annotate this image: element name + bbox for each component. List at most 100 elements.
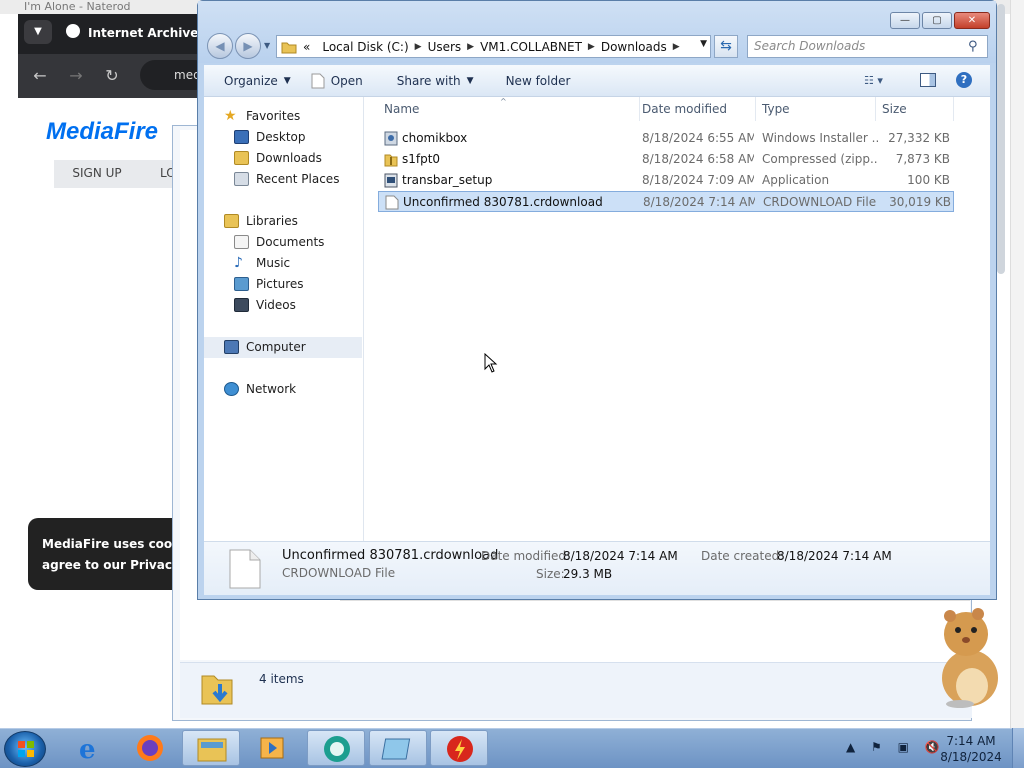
organize-button[interactable]: Organize ▼ bbox=[204, 65, 301, 97]
taskbar-ie[interactable]: e bbox=[60, 730, 118, 766]
breadcrumb-separator-icon[interactable]: ▶ bbox=[673, 42, 680, 52]
taskbar-clock[interactable]: 7:14 AM 8/18/2024 bbox=[940, 733, 1002, 765]
breadcrumb-prefix[interactable]: « bbox=[297, 40, 316, 54]
taskbar-app-green[interactable] bbox=[307, 730, 365, 766]
nav-downloads[interactable]: Downloads bbox=[204, 148, 362, 169]
nav-favorites[interactable]: ★ Favorites bbox=[204, 106, 362, 127]
documents-icon bbox=[234, 235, 249, 249]
nav-computer[interactable]: Computer bbox=[204, 337, 362, 358]
nav-desktop[interactable]: Desktop bbox=[204, 127, 362, 148]
clock-time: 7:14 AM bbox=[946, 734, 996, 748]
file-date: 8/18/2024 7:14 AM bbox=[643, 195, 755, 209]
breadcrumb-separator-icon[interactable]: ▶ bbox=[467, 42, 474, 52]
details-date-modified-label: Date modified: bbox=[481, 549, 571, 563]
browser-right-edge bbox=[1010, 0, 1024, 728]
explorer-folder-icon bbox=[197, 738, 227, 762]
details-filename: Unconfirmed 830781.crdownload bbox=[282, 548, 499, 563]
open-button[interactable]: Open bbox=[301, 65, 373, 97]
refresh-button[interactable]: ⇆ bbox=[714, 35, 738, 58]
breadcrumb-local-disk[interactable]: Local Disk (C:) bbox=[316, 40, 414, 54]
videos-icon bbox=[234, 298, 249, 312]
share-with-button[interactable]: Share with ▼ bbox=[373, 65, 484, 97]
organize-label: Organize bbox=[224, 73, 278, 88]
help-icon[interactable]: ? bbox=[956, 72, 972, 88]
nav-downloads-label: Downloads bbox=[256, 151, 322, 165]
nav-documents[interactable]: Documents bbox=[204, 232, 362, 253]
zip-folder-icon bbox=[384, 154, 398, 167]
taskbar-flash[interactable] bbox=[430, 730, 488, 766]
address-dropdown-icon[interactable]: ▼ bbox=[700, 39, 707, 49]
file-type: CRDOWNLOAD File bbox=[763, 195, 877, 209]
details-size-label: Size: bbox=[536, 567, 565, 581]
taskbar-media-player[interactable] bbox=[243, 730, 301, 766]
nav-recent-places-label: Recent Places bbox=[256, 172, 340, 186]
file-type: Windows Installer ... bbox=[762, 131, 878, 145]
breadcrumb-downloads[interactable]: Downloads bbox=[595, 40, 673, 54]
file-row[interactable]: s1fpt0 8/18/2024 6:58 AM Compressed (zip… bbox=[378, 149, 954, 170]
file-name: Unconfirmed 830781.crdownload bbox=[403, 195, 603, 209]
file-type: Compressed (zipp... bbox=[762, 152, 878, 166]
tab-search-chevron-icon[interactable]: ▼ bbox=[24, 20, 52, 44]
file-row[interactable]: chomikbox 8/18/2024 6:55 AM Windows Inst… bbox=[378, 128, 954, 149]
back-button[interactable]: ◀ bbox=[207, 33, 233, 59]
back-arrow-icon[interactable]: ← bbox=[26, 54, 54, 98]
firefox-icon bbox=[137, 735, 163, 761]
column-header-name[interactable]: Name bbox=[378, 97, 640, 121]
mediafire-logo[interactable]: MediaFire bbox=[46, 118, 186, 148]
command-bar: Organize ▼ Open Share with ▼ New folder ☷ … bbox=[204, 65, 990, 97]
nav-favorites-label: Favorites bbox=[246, 109, 301, 123]
change-view-icon[interactable]: ☷ ▾ bbox=[864, 74, 894, 88]
breadcrumb-users[interactable]: Users bbox=[422, 40, 468, 54]
file-name: transbar_setup bbox=[402, 173, 493, 187]
computer-icon bbox=[224, 340, 239, 354]
desktop-icon bbox=[234, 130, 249, 144]
back-arrow-icon: ◀ bbox=[215, 39, 225, 53]
file-date: 8/18/2024 6:55 AM bbox=[642, 131, 754, 145]
nav-pictures[interactable]: Pictures bbox=[204, 274, 362, 295]
nav-recent-places[interactable]: Recent Places bbox=[204, 169, 362, 190]
search-icon[interactable]: ⚲ bbox=[968, 39, 982, 54]
recent-pages-chevron-icon[interactable]: ▼ bbox=[264, 41, 274, 51]
hamster-mascot[interactable] bbox=[928, 600, 1008, 710]
system-tray-icons[interactable]: ▲ ⚑ ▣ 🔇 bbox=[846, 740, 946, 754]
nav-videos-label: Videos bbox=[256, 298, 296, 312]
search-input[interactable]: Search Downloads bbox=[747, 35, 988, 58]
address-bar[interactable]: « Local Disk (C:) ▶ Users ▶ VM1.COLLABNE… bbox=[276, 35, 711, 58]
nav-libraries[interactable]: Libraries bbox=[204, 211, 362, 232]
forward-arrow-icon[interactable]: → bbox=[62, 54, 90, 98]
background-file-area bbox=[340, 600, 970, 662]
file-row-selected[interactable]: Unconfirmed 830781.crdownload 8/18/2024 … bbox=[378, 191, 954, 212]
file-size: 27,332 KB bbox=[888, 131, 950, 145]
show-desktop-button[interactable] bbox=[1012, 728, 1024, 768]
browser-scrollbar[interactable] bbox=[997, 4, 1005, 274]
blank-file-icon bbox=[385, 195, 399, 210]
minimize-button[interactable]: — bbox=[890, 12, 920, 29]
taskbar-explorer[interactable] bbox=[182, 730, 240, 766]
preview-pane-icon[interactable] bbox=[920, 73, 936, 87]
nav-music[interactable]: ♪ Music bbox=[204, 253, 362, 274]
sign-up-button[interactable]: SIGN UP bbox=[54, 160, 140, 188]
reload-icon[interactable]: ↻ bbox=[98, 54, 126, 98]
new-folder-button[interactable]: New folder bbox=[484, 65, 581, 97]
maximize-button[interactable]: ▢ bbox=[922, 12, 952, 29]
forward-button[interactable]: ▶ bbox=[235, 33, 261, 59]
nav-libraries-label: Libraries bbox=[246, 214, 298, 228]
mouse-cursor-icon bbox=[484, 353, 498, 373]
file-name: chomikbox bbox=[402, 131, 468, 145]
taskbar-app-window[interactable] bbox=[369, 730, 427, 766]
app-window-icon bbox=[381, 738, 411, 760]
breadcrumb-separator-icon[interactable]: ▶ bbox=[588, 42, 595, 52]
blank-file-icon bbox=[229, 549, 261, 589]
column-header-size[interactable]: Size bbox=[876, 97, 954, 121]
column-header-date[interactable]: Date modified bbox=[636, 97, 756, 121]
column-header-type[interactable]: Type bbox=[756, 97, 876, 121]
nav-network[interactable]: Network bbox=[204, 379, 362, 400]
star-icon: ★ bbox=[224, 108, 237, 124]
close-button[interactable]: ✕ bbox=[954, 12, 990, 29]
breadcrumb-user[interactable]: VM1.COLLABNET bbox=[474, 40, 588, 54]
taskbar-firefox[interactable] bbox=[121, 730, 179, 766]
breadcrumb-separator-icon[interactable]: ▶ bbox=[415, 42, 422, 52]
nav-videos[interactable]: Videos bbox=[204, 295, 362, 316]
start-button[interactable] bbox=[4, 731, 46, 767]
file-row[interactable]: transbar_setup 8/18/2024 7:09 AM Applica… bbox=[378, 170, 954, 191]
